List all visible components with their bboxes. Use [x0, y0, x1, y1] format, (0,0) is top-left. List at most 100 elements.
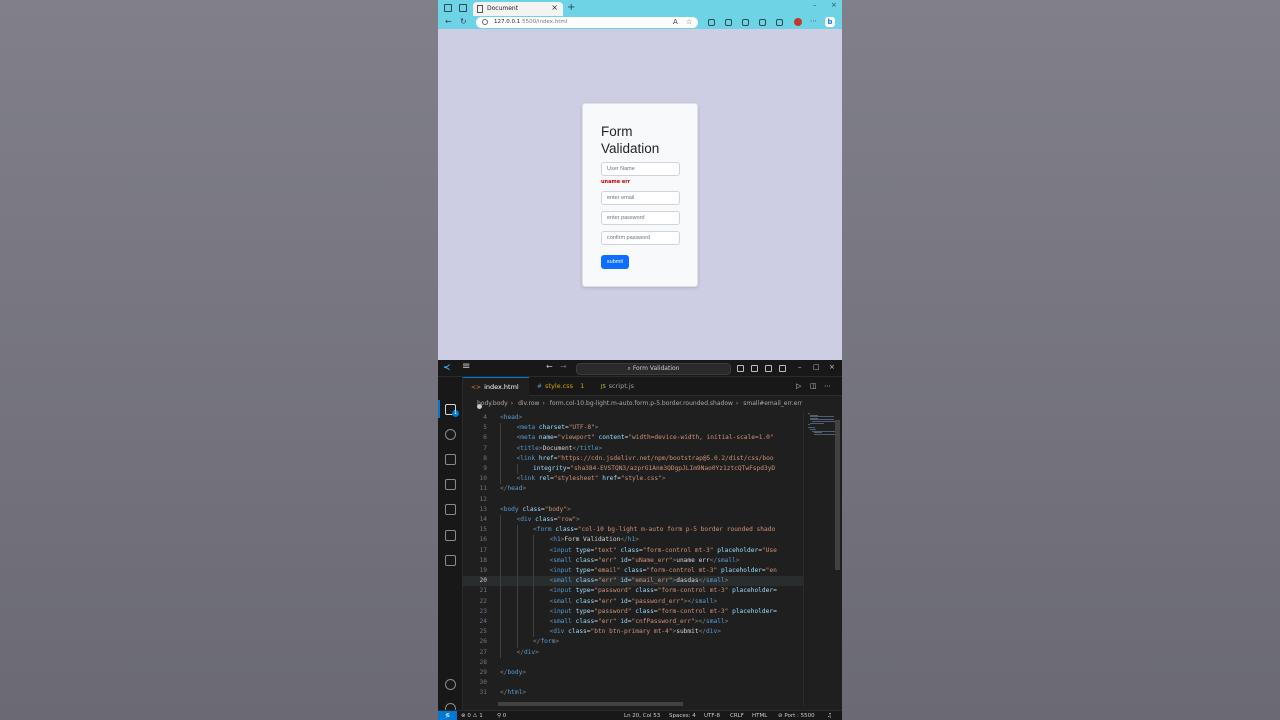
- vertical-scrollbar[interactable]: [835, 420, 840, 570]
- code-line[interactable]: 26 </form>: [463, 637, 803, 648]
- line-number: 15: [479, 526, 487, 534]
- breadcrumb-item[interactable]: small#email_err.err: [743, 400, 802, 407]
- testing-icon[interactable]: [445, 555, 456, 566]
- refresh-icon[interactable]: ↻: [460, 17, 467, 26]
- code-line[interactable]: 22 <small class="err" id="password_err"><…: [463, 596, 803, 607]
- search-icon[interactable]: [445, 429, 456, 440]
- code-line[interactable]: 28: [463, 658, 803, 668]
- breadcrumb-item[interactable]: body.body: [477, 400, 508, 407]
- minimize-icon[interactable]: –: [813, 1, 817, 9]
- code-line[interactable]: 20 <small class="err" id="email_err">dasd…: [463, 576, 803, 587]
- code-line[interactable]: 10 <link rel="stylesheet" href="style.css…: [463, 474, 803, 485]
- read-aloud-icon[interactable]: A: [673, 18, 678, 26]
- horizontal-scrollbar[interactable]: [498, 702, 683, 706]
- code-line[interactable]: 7 <title>Document</title>: [463, 443, 803, 454]
- browser-essentials-icon[interactable]: [776, 19, 783, 26]
- maximize-icon[interactable]: □: [813, 363, 820, 371]
- browser-tab[interactable]: Document ×: [473, 2, 563, 16]
- favorites-icon[interactable]: [742, 19, 749, 26]
- indent-guide: [533, 596, 534, 607]
- tab-actions-icon[interactable]: [459, 4, 467, 12]
- code-line[interactable]: 27 </div>: [463, 647, 803, 658]
- toggle-panel-icon[interactable]: [751, 365, 758, 372]
- bing-copilot-icon[interactable]: b: [825, 17, 835, 27]
- submit-button[interactable]: submit: [601, 255, 629, 269]
- favorite-star-icon[interactable]: ☆: [686, 18, 692, 26]
- window-close-icon[interactable]: ×: [831, 1, 837, 9]
- code-line[interactable]: 9 integrity="sha384-EVSTQN3/azprG1Anm3QDg…: [463, 464, 803, 475]
- code-line[interactable]: 23 <input type="password" class="form-con…: [463, 606, 803, 617]
- code-line[interactable]: 24 <small class="err" id="cnfPassword_err…: [463, 617, 803, 628]
- ports-status[interactable]: ⚲ 0: [497, 711, 506, 720]
- code-line[interactable]: 29 </body>: [463, 668, 803, 678]
- language-mode[interactable]: HTML: [752, 711, 767, 720]
- code-editor[interactable]: 4 <head> 5 <meta charset="UTF-8"> 6 <meta nam…: [463, 411, 803, 707]
- notifications-bell-icon[interactable]: ♫: [827, 711, 832, 720]
- email-input[interactable]: enter email: [601, 191, 680, 205]
- workspaces-icon[interactable]: [444, 4, 452, 12]
- minimap[interactable]: [803, 411, 836, 707]
- customize-layout-icon[interactable]: [779, 365, 786, 372]
- source-control-icon[interactable]: [445, 454, 456, 465]
- code-line[interactable]: 5 <meta charset="UTF-8">: [463, 423, 803, 434]
- indentation[interactable]: Spaces: 4: [669, 711, 696, 720]
- password-input[interactable]: enter password: [601, 211, 680, 225]
- code-line[interactable]: 12: [463, 495, 803, 505]
- code-line[interactable]: 14 <div class="row">: [463, 515, 803, 526]
- run-icon[interactable]: ▷: [796, 382, 801, 390]
- menu-icon[interactable]: ≡: [462, 361, 470, 372]
- code-line[interactable]: 17 <input type="text" class="form-control…: [463, 545, 803, 556]
- confirm-password-input[interactable]: confirm password: [601, 231, 680, 245]
- code-line[interactable]: 6 <meta name="viewport" content="width=de…: [463, 433, 803, 444]
- code-line[interactable]: 13 <body class="body">: [463, 505, 803, 515]
- code-line[interactable]: 16 <h1>Form Validation</h1>: [463, 535, 803, 546]
- tab-index-html[interactable]: <> index.html: [463, 377, 529, 409]
- remote-explorer-icon[interactable]: [445, 530, 456, 541]
- toggle-secondary-sidebar-icon[interactable]: [765, 365, 772, 372]
- breadcrumb-item[interactable]: div.row: [518, 400, 539, 407]
- remote-icon[interactable]: ≶: [438, 711, 457, 720]
- code-line[interactable]: 8 <link href="https://cdn.jsdelivr.net/np…: [463, 453, 803, 464]
- new-tab-icon[interactable]: +: [567, 2, 575, 13]
- live-server-port[interactable]: ⊘ Port : 5500: [778, 711, 815, 720]
- more-icon[interactable]: ⋯: [810, 17, 817, 25]
- command-center[interactable]: ⌕ Form Validation: [576, 363, 731, 375]
- vscode-title-bar: ≺ ≡ ← → ⌕ Form Validation – □ ×: [438, 360, 842, 377]
- split-screen-icon[interactable]: [725, 19, 732, 26]
- collections-icon[interactable]: [759, 19, 766, 26]
- accounts-icon[interactable]: [445, 679, 456, 690]
- encoding[interactable]: UTF-8: [704, 711, 720, 720]
- code-line[interactable]: 15 <form class="col-10 bg-light m-auto fo…: [463, 525, 803, 536]
- url-field[interactable]: 127.0.0.1:5500/index.html A ☆: [476, 17, 698, 28]
- minimize-icon[interactable]: –: [798, 363, 802, 371]
- problems-status[interactable]: ⊗ 0 ⚠ 1: [461, 711, 483, 720]
- code-line[interactable]: 30: [463, 678, 803, 688]
- username-input[interactable]: User Name: [601, 162, 680, 176]
- nav-forward-icon[interactable]: →: [560, 362, 567, 371]
- window-close-icon[interactable]: ×: [829, 363, 835, 371]
- status-bar: ≶ ⊗ 0 ⚠ 1 ⚲ 0 Ln 20, Col 53 Spaces: 4 UT…: [438, 710, 842, 720]
- tab-script-js[interactable]: JS script.js: [593, 377, 653, 396]
- code-line[interactable]: 4 <head>: [463, 413, 803, 423]
- extensions-icon[interactable]: [445, 504, 456, 515]
- profile-avatar[interactable]: [794, 18, 802, 26]
- breadcrumb-item[interactable]: form.col-10.bg-light.m-auto.form.p-5.bor…: [550, 400, 733, 407]
- code-line[interactable]: 11 </head>: [463, 484, 803, 494]
- code-line[interactable]: 31 </html>: [463, 688, 803, 698]
- run-debug-icon[interactable]: [445, 479, 456, 490]
- toggle-sidebar-icon[interactable]: [737, 365, 744, 372]
- close-icon[interactable]: ×: [551, 3, 558, 12]
- code-line[interactable]: 21 <input type="password" class="form-con…: [463, 586, 803, 597]
- code-line[interactable]: 19 <input type="email" class="form-contro…: [463, 566, 803, 577]
- code-line[interactable]: 25 <div class="btn btn-primary mt-4">subm…: [463, 627, 803, 638]
- extensions-icon[interactable]: [708, 19, 715, 26]
- tab-style-css[interactable]: # style.css 1: [529, 377, 593, 396]
- info-icon[interactable]: [482, 19, 488, 25]
- back-icon[interactable]: ←: [445, 17, 452, 26]
- line-endings[interactable]: CRLF: [730, 711, 744, 720]
- nav-back-icon[interactable]: ←: [546, 362, 553, 371]
- more-actions-icon[interactable]: ⋯: [824, 382, 831, 390]
- cursor-position[interactable]: Ln 20, Col 53: [624, 711, 660, 720]
- split-editor-icon[interactable]: ◫: [810, 382, 817, 390]
- code-line[interactable]: 18 <small class="err" id="uName_err">unam…: [463, 555, 803, 566]
